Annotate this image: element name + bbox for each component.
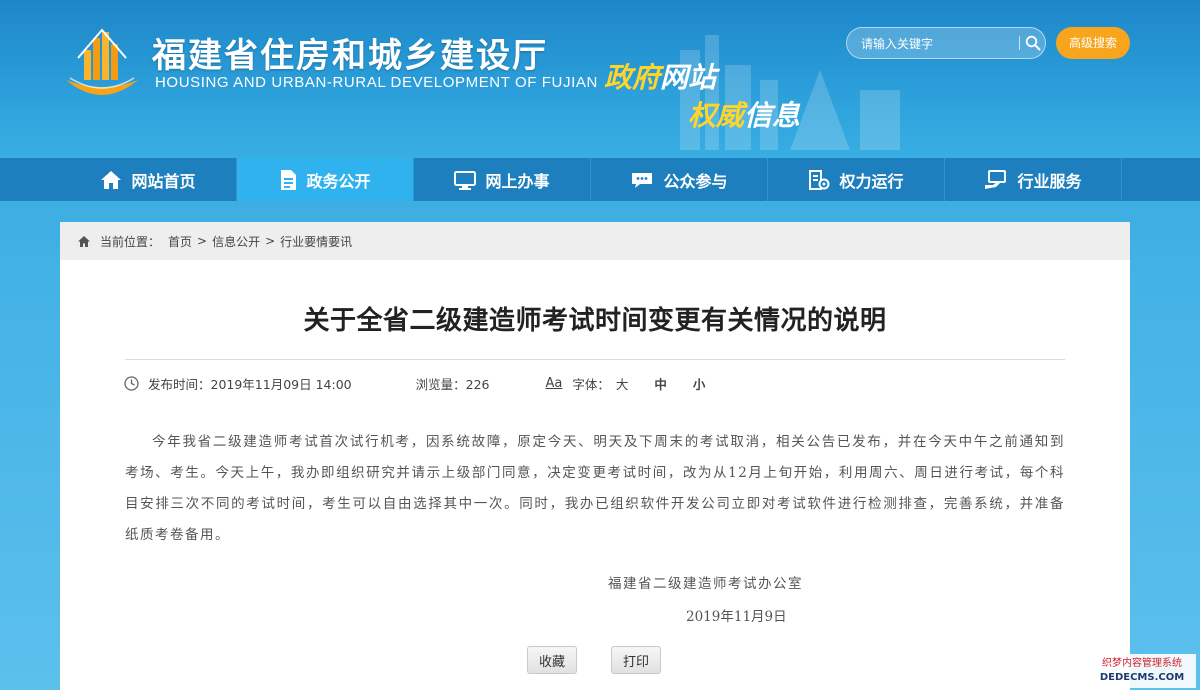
title-divider xyxy=(125,359,1065,360)
breadcrumb-link-industry-news[interactable]: 行业要情要讯 xyxy=(280,233,352,250)
watermark-line-1: 织梦内容管理系统 xyxy=(1102,658,1182,669)
breadcrumb: 当前位置： 首页 > 信息公开 > 行业要情要讯 xyxy=(60,222,1130,260)
slogan-highlight-2: 权威 xyxy=(688,99,745,132)
service-icon xyxy=(985,169,1007,189)
nav-item-label: 网上办事 xyxy=(485,171,550,191)
advanced-search-button[interactable]: 高级搜索 xyxy=(1056,27,1130,59)
article-meta: 发布时间：2019年11月09日 14:00 浏览量：226 Aa 字体： 大 … xyxy=(124,372,1130,394)
document-icon xyxy=(281,169,297,190)
view-count: 浏览量：226 xyxy=(415,376,490,392)
slogan-rest-2: 信息 xyxy=(744,99,801,132)
article-sign-date: 2019年11月9日 xyxy=(686,609,787,625)
main-nav: 网站首页 政务公开 网上办事 公众参与 权力运行 行业服务 xyxy=(0,158,1200,201)
nav-item-label: 权力运行 xyxy=(839,171,904,191)
font-size-small[interactable]: 小 xyxy=(693,374,706,393)
breadcrumb-separator: > xyxy=(265,234,276,248)
home-icon xyxy=(101,170,122,189)
site-subtitle: HOUSING AND URBAN-RURAL DEVELOPMENT OF F… xyxy=(155,74,598,91)
breadcrumb-prefix: 当前位置： xyxy=(100,234,161,249)
font-size-label: 字体： xyxy=(572,376,610,392)
nav-item-online-service[interactable]: 网上办事 xyxy=(414,158,591,201)
nav-item-home[interactable]: 网站首页 xyxy=(60,158,237,201)
nav-item-label: 网站首页 xyxy=(131,171,196,191)
nav-item-label: 政务公开 xyxy=(306,171,371,191)
watermark-line-2: DEDECMS.COM xyxy=(1099,672,1185,683)
slogan-line-1: 政府网站 xyxy=(604,56,716,96)
nav-item-public-participation[interactable]: 公众参与 xyxy=(591,158,768,201)
article-body: 今年我省二级建造师考试首次试行机考，因系统故障，原定今天、明天及下周末的考试取消… xyxy=(125,434,1065,543)
font-size-medium[interactable]: 中 xyxy=(654,374,667,393)
search-divider xyxy=(1019,36,1020,50)
content-panel: 当前位置： 首页 > 信息公开 > 行业要情要讯 关于全省二级建造师考试时间变更… xyxy=(60,222,1130,690)
search-input[interactable] xyxy=(859,32,1013,56)
nav-item-industry-service[interactable]: 行业服务 xyxy=(945,158,1122,201)
nav-item-label: 公众参与 xyxy=(663,171,728,191)
watermark-badge: 织梦内容管理系统 DEDECMS.COM xyxy=(1088,654,1196,688)
slogan-rest-1: 网站 xyxy=(660,61,717,94)
favorite-button[interactable]: 收藏 xyxy=(527,646,577,674)
print-button[interactable]: 打印 xyxy=(611,646,661,674)
clock-icon xyxy=(124,375,139,391)
site-header: 福建省住房和城乡建设厅 HOUSING AND URBAN-RURAL DEVE… xyxy=(0,0,1200,158)
power-icon xyxy=(809,169,830,190)
font-size-large[interactable]: 大 xyxy=(616,374,629,393)
search-icon[interactable] xyxy=(1025,35,1041,51)
logo-icon xyxy=(66,28,138,95)
slogan-line-2: 权威信息 xyxy=(688,94,800,134)
site-title: 福建省住房和城乡建设厅 xyxy=(152,36,548,76)
slogan-highlight-1: 政府 xyxy=(604,61,661,94)
article-signature: 福建省二级建造师考试办公室 xyxy=(608,576,803,592)
font-size-icon: Aa xyxy=(545,375,563,391)
publish-time: 发布时间：2019年11月09日 14:00 xyxy=(148,376,352,392)
breadcrumb-link-home[interactable]: 首页 xyxy=(168,233,192,250)
nav-item-label: 行业服务 xyxy=(1017,171,1082,191)
breadcrumb-separator: > xyxy=(197,234,208,248)
monitor-icon xyxy=(454,170,477,190)
breadcrumb-link-info[interactable]: 信息公开 xyxy=(212,233,260,250)
home-icon xyxy=(78,235,90,247)
nav-item-gov-affairs[interactable]: 政务公开 xyxy=(237,158,414,201)
search-box xyxy=(846,27,1046,59)
article-title: 关于全省二级建造师考试时间变更有关情况的说明 xyxy=(303,306,887,336)
nav-item-power-operation[interactable]: 权力运行 xyxy=(768,158,945,201)
chat-icon xyxy=(632,172,653,188)
